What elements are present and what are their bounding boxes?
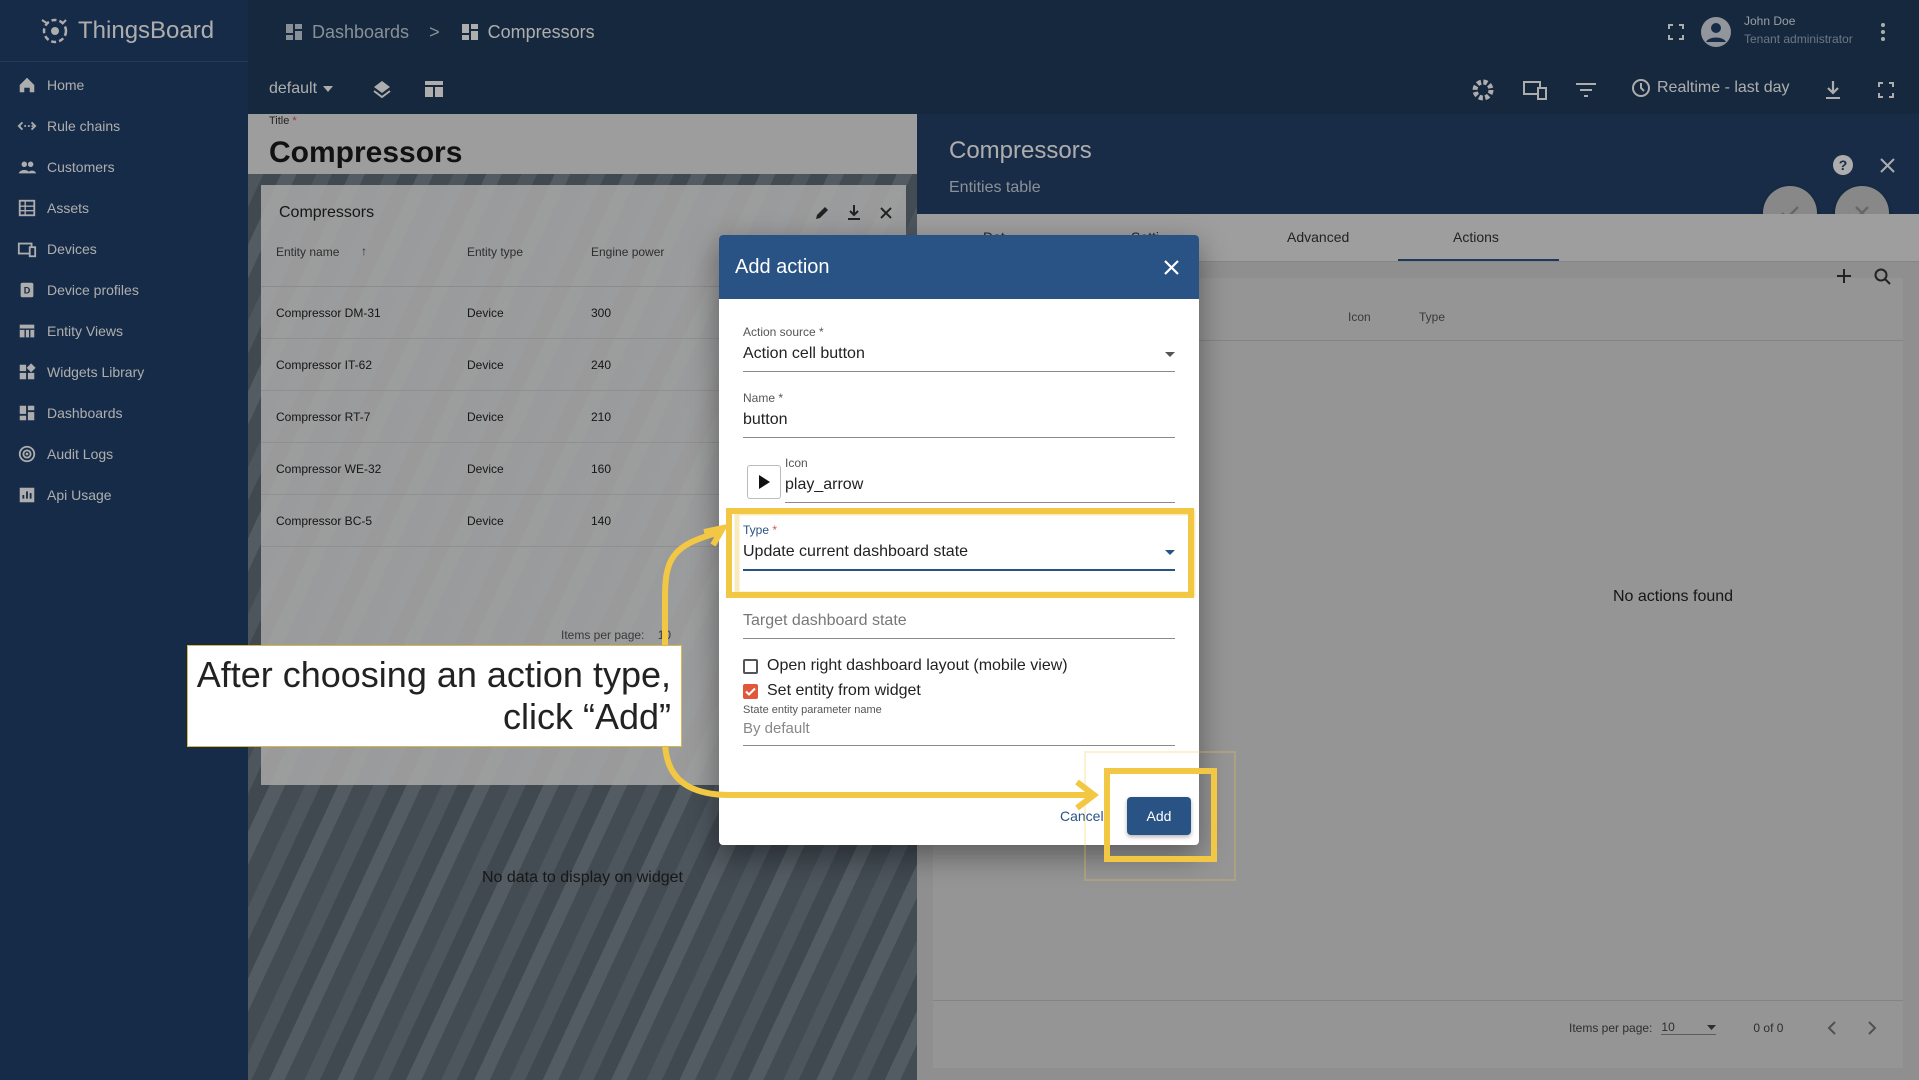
tutorial-callout: After choosing an action type, click “Ad… <box>187 645 682 747</box>
callout-line-2: click “Add” <box>502 696 671 737</box>
annotation-overlay <box>662 508 1236 881</box>
callout-line-1: After choosing an action type, <box>196 654 671 695</box>
